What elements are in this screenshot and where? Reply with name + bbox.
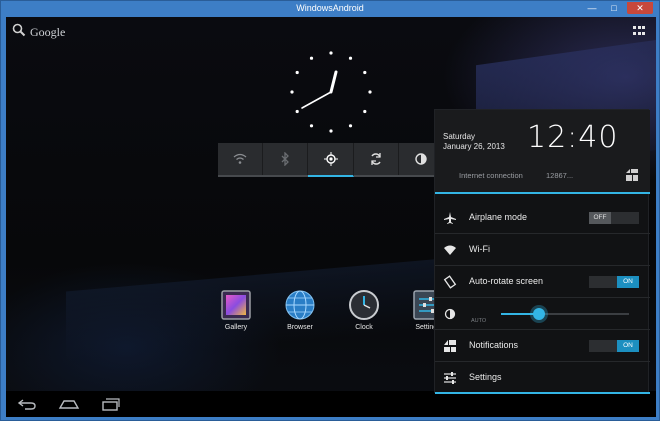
settings-row[interactable]: Settings [435,362,650,394]
wifi-row[interactable]: Wi-Fi [435,234,650,266]
home-icon [58,400,80,409]
sync-toggle[interactable] [354,143,399,175]
close-button[interactable]: ✕ [627,2,653,14]
app-label: Browser [287,324,313,331]
accent-divider [435,392,650,394]
gallery-app[interactable]: Gallery [216,289,256,331]
location-icon [323,152,338,166]
window-title: WindowsAndroid [296,3,364,13]
back-icon [17,399,36,410]
back-button[interactable] [16,396,38,412]
auto-brightness-label[interactable]: AUTO [471,318,486,324]
browser-globe-icon [285,290,315,320]
switch-state: ON [617,276,639,288]
bluetooth-toggle[interactable] [263,143,309,175]
brightness-icon [443,307,457,321]
recent-apps-button[interactable] [100,396,122,412]
quick-settings-panel: Saturday January 26, 2013 12:40 Internet… [434,109,650,394]
airplane-icon [443,211,457,225]
wifi-toggle[interactable] [218,143,264,175]
app-label: Clock [355,324,373,331]
brightness-slider-handle[interactable] [533,308,546,320]
wifi-icon [233,153,247,164]
panel-header: Saturday January 26, 2013 12:40 Internet… [435,110,650,192]
home-app-icons: Gallery Browser Clock Settings [216,289,448,331]
wifi-label: Wi-Fi [469,244,490,254]
browser-app[interactable]: Browser [280,289,320,331]
digital-time: 12:40 [527,120,619,155]
auto-rotate-switch[interactable]: ON [589,276,639,288]
all-apps-icon[interactable] [633,26,645,36]
airplane-mode-label: Airplane mode [469,212,528,222]
quick-toggles-widget [218,143,445,177]
settings-sliders-icon [443,371,457,385]
android-screen: Google Gallery Browser Clock Settings Sa… [6,17,656,417]
search-icon [12,23,26,42]
connection-value: 12867... [546,171,574,180]
location-toggle[interactable] [308,143,354,177]
settings-shortcut-icon[interactable] [625,168,639,182]
analog-clock-widget[interactable] [286,47,376,137]
clock-icon [349,290,379,320]
minimize-button[interactable]: — [583,2,601,14]
rotate-icon [443,275,457,289]
settings-label: Settings [469,372,502,382]
switch-state: ON [617,340,639,352]
switch-state: OFF [589,212,611,224]
accent-divider [435,192,650,194]
notifications-switch[interactable]: ON [589,340,639,352]
airplane-mode-switch[interactable]: OFF [589,212,639,224]
google-search-bar[interactable]: Google [12,23,65,42]
gallery-icon [221,290,251,320]
connection-label: Internet connection [459,171,523,180]
brightness-icon [415,153,427,165]
auto-rotate-label: Auto-rotate screen [469,276,544,286]
date-text: January 26, 2013 [443,142,505,151]
day-of-week: Saturday [443,132,476,141]
bluetooth-icon [281,152,290,166]
auto-rotate-row[interactable]: Auto-rotate screen ON [435,266,650,298]
google-label: Google [30,25,66,39]
maximize-button[interactable]: □ [605,2,623,14]
notifications-label: Notifications [469,340,519,350]
wifi-icon [443,243,457,257]
navigation-bar [6,391,656,417]
sync-icon [370,153,381,165]
title-bar[interactable]: WindowsAndroid — □ ✕ [1,1,659,17]
notifications-row[interactable]: Notifications ON [435,330,650,362]
notifications-icon [443,339,457,353]
home-button[interactable] [58,396,80,412]
app-window: WindowsAndroid — □ ✕ Google Gallery Brow… [0,0,660,421]
clock-app[interactable]: Clock [344,289,384,331]
airplane-mode-row[interactable]: Airplane mode OFF [435,202,650,234]
brightness-row: AUTO [435,298,650,330]
app-label: Gallery [224,324,248,331]
recent-apps-icon [102,398,120,411]
